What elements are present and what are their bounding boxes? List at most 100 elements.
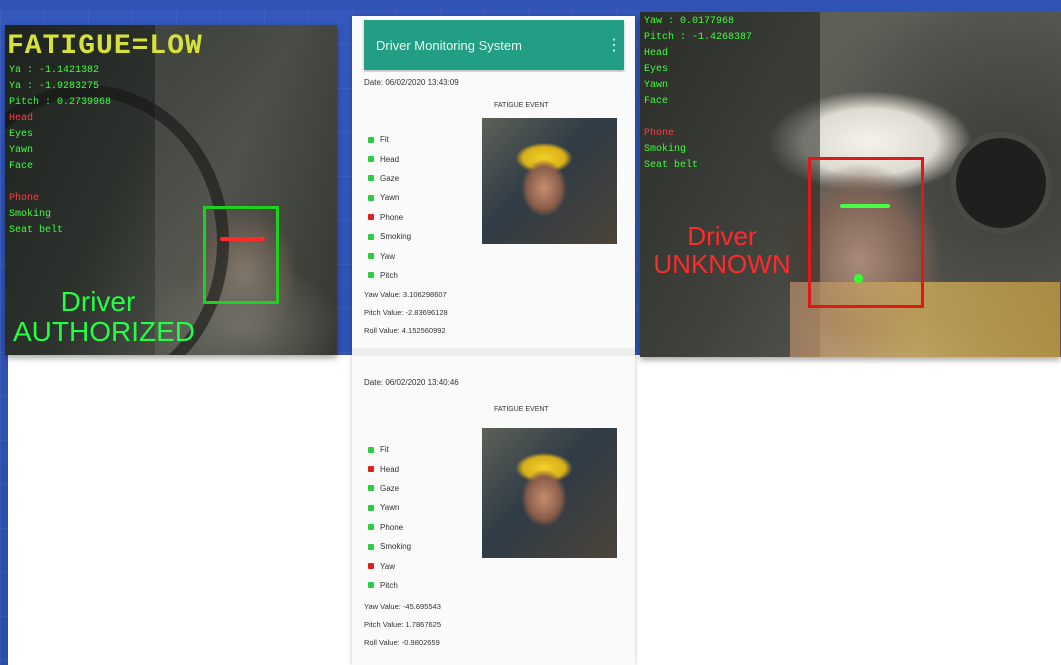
status-label: Yaw bbox=[380, 251, 395, 261]
eye-tracking-line bbox=[220, 237, 265, 241]
hud-line: Head bbox=[9, 113, 34, 124]
angle-values: Yaw Value: 3.106298607 Pitch Value: -2.8… bbox=[364, 290, 448, 344]
face-detection-box bbox=[203, 206, 279, 304]
status-indicator-icon bbox=[368, 194, 374, 201]
hud-line: Smoking bbox=[9, 209, 52, 220]
status-label: Pitch bbox=[380, 580, 398, 590]
status-item: Smoking bbox=[368, 537, 411, 556]
fatigue-level-label: FATIGUE=LOW bbox=[7, 31, 203, 62]
event-snapshot-image[interactable] bbox=[482, 118, 617, 244]
status-label: Smoking bbox=[380, 542, 412, 552]
status-indicator-icon bbox=[368, 504, 374, 511]
eye-tracking-line bbox=[840, 204, 890, 208]
status-label: Phone bbox=[380, 212, 404, 222]
pitch-value: Pitch Value: -2.83696128 bbox=[364, 308, 448, 317]
hud-line: Smoking bbox=[644, 144, 687, 155]
status-list: Fit Head Gaze Yawn Phone Smoking Yaw Pit… bbox=[368, 130, 411, 285]
status-label: Yaw bbox=[380, 561, 395, 571]
status-item: Yaw bbox=[368, 246, 411, 265]
roll-value: Roll Value: -0.9802659 bbox=[364, 638, 440, 647]
hud-line: Phone bbox=[644, 128, 675, 139]
status-item: Phone bbox=[368, 518, 411, 537]
hud-line: Ya : -1.1421382 bbox=[9, 65, 100, 76]
top-strip bbox=[0, 0, 1061, 10]
event-snapshot-image[interactable] bbox=[482, 428, 617, 558]
hud-line: Pitch : -1.4268387 bbox=[644, 32, 753, 43]
status-indicator-icon bbox=[368, 233, 374, 240]
status-label: Head bbox=[380, 464, 400, 474]
status-indicator-icon bbox=[368, 446, 374, 453]
status-indicator-icon bbox=[368, 253, 374, 260]
hud-line: Face bbox=[9, 161, 34, 172]
hud-line: Yaw : 0.0177968 bbox=[644, 16, 735, 27]
status-label: Gaze bbox=[380, 173, 400, 183]
face-detection-box bbox=[808, 157, 924, 308]
status-indicator-icon bbox=[368, 563, 374, 570]
hud-line: Eyes bbox=[644, 64, 669, 75]
status-label: Yawn bbox=[380, 193, 400, 203]
status-indicator-icon bbox=[368, 272, 374, 279]
status-item: Gaze bbox=[368, 169, 411, 188]
status-item: Smoking bbox=[368, 227, 411, 246]
status-item: Pitch bbox=[368, 266, 411, 285]
status-item: Head bbox=[368, 459, 411, 478]
yaw-value: Yaw Value: -45.695543 bbox=[364, 602, 441, 611]
status-label: Phone bbox=[380, 522, 404, 532]
hud-line: Head bbox=[644, 48, 669, 59]
status-indicator-icon bbox=[368, 543, 374, 550]
driver-status-label: Driver UNKNOWN bbox=[652, 222, 792, 278]
left-camera-frame: FATIGUE=LOW Ya : -1.1421382 Ya : -1.92832… bbox=[5, 25, 337, 355]
status-item: Yawn bbox=[368, 498, 411, 517]
app-bar: Driver Monitoring System ⋮ bbox=[364, 20, 624, 70]
hud-line: Pitch : 0.2739968 bbox=[9, 97, 112, 108]
status-label: Smoking bbox=[380, 232, 412, 242]
right-camera-frame: Yaw : 0.0177968 Pitch : -1.4268387 Head Eye… bbox=[640, 12, 1061, 357]
angle-values: Yaw Value: -45.695543 Pitch Value: 1.786… bbox=[364, 602, 441, 656]
driver-status-label: Driver AUTHORIZED bbox=[13, 286, 195, 347]
status-indicator-icon bbox=[368, 136, 374, 143]
app-title: Driver Monitoring System bbox=[376, 37, 522, 53]
hud-line: Yawn bbox=[9, 145, 34, 156]
status-indicator-icon bbox=[368, 466, 374, 473]
status-item: Head bbox=[368, 149, 411, 168]
hud-line: Seat belt bbox=[644, 160, 699, 171]
hud-line: Phone bbox=[9, 193, 40, 204]
event-card[interactable]: Date: 06/02/2020 13:43:09 FATIGUE EVENT … bbox=[364, 72, 624, 347]
status-label: Pitch bbox=[380, 270, 398, 280]
hud-line: Ya : -1.9283275 bbox=[9, 81, 100, 92]
status-indicator-icon bbox=[368, 524, 374, 531]
event-date: Date: 06/02/2020 13:40:46 bbox=[364, 378, 459, 387]
driver-line2: AUTHORIZED bbox=[13, 316, 195, 347]
status-item: Yawn bbox=[368, 188, 411, 207]
event-title: FATIGUE EVENT bbox=[494, 102, 549, 109]
status-indicator-icon bbox=[368, 582, 374, 589]
status-label: Yawn bbox=[380, 503, 400, 513]
card-divider bbox=[352, 348, 635, 356]
overflow-menu-icon[interactable]: ⋮ bbox=[604, 35, 624, 55]
driver-line1: Driver bbox=[687, 221, 757, 251]
mobile-app-screen: Driver Monitoring System ⋮ Date: 06/02/2… bbox=[352, 16, 635, 665]
status-item: Fit bbox=[368, 130, 411, 149]
status-label: Gaze bbox=[380, 483, 400, 493]
driver-line1: Driver bbox=[60, 286, 136, 317]
event-date: Date: 06/02/2020 13:43:09 bbox=[364, 78, 459, 87]
event-card[interactable]: Date: 06/02/2020 13:40:46 FATIGUE EVENT … bbox=[364, 366, 624, 661]
status-item: Gaze bbox=[368, 479, 411, 498]
event-title: FATIGUE EVENT bbox=[494, 406, 549, 413]
hud-line: Eyes bbox=[9, 129, 34, 140]
cab-gauge bbox=[950, 132, 1052, 234]
status-indicator-icon bbox=[368, 485, 374, 492]
hud-line: Face bbox=[644, 96, 669, 107]
status-label: Fit bbox=[380, 135, 389, 145]
hud-line: Seat belt bbox=[9, 225, 64, 236]
roll-value: Roll Value: 4.152560992 bbox=[364, 326, 446, 335]
status-item: Fit bbox=[368, 440, 411, 459]
status-item: Pitch bbox=[368, 576, 411, 595]
status-label: Fit bbox=[380, 445, 389, 455]
nose-landmark-dot bbox=[854, 274, 863, 283]
status-label: Head bbox=[380, 154, 400, 164]
yaw-value: Yaw Value: 3.106298607 bbox=[364, 290, 447, 299]
status-item: Yaw bbox=[368, 556, 411, 575]
pitch-value: Pitch Value: 1.7867625 bbox=[364, 620, 442, 629]
status-indicator-icon bbox=[368, 156, 374, 163]
